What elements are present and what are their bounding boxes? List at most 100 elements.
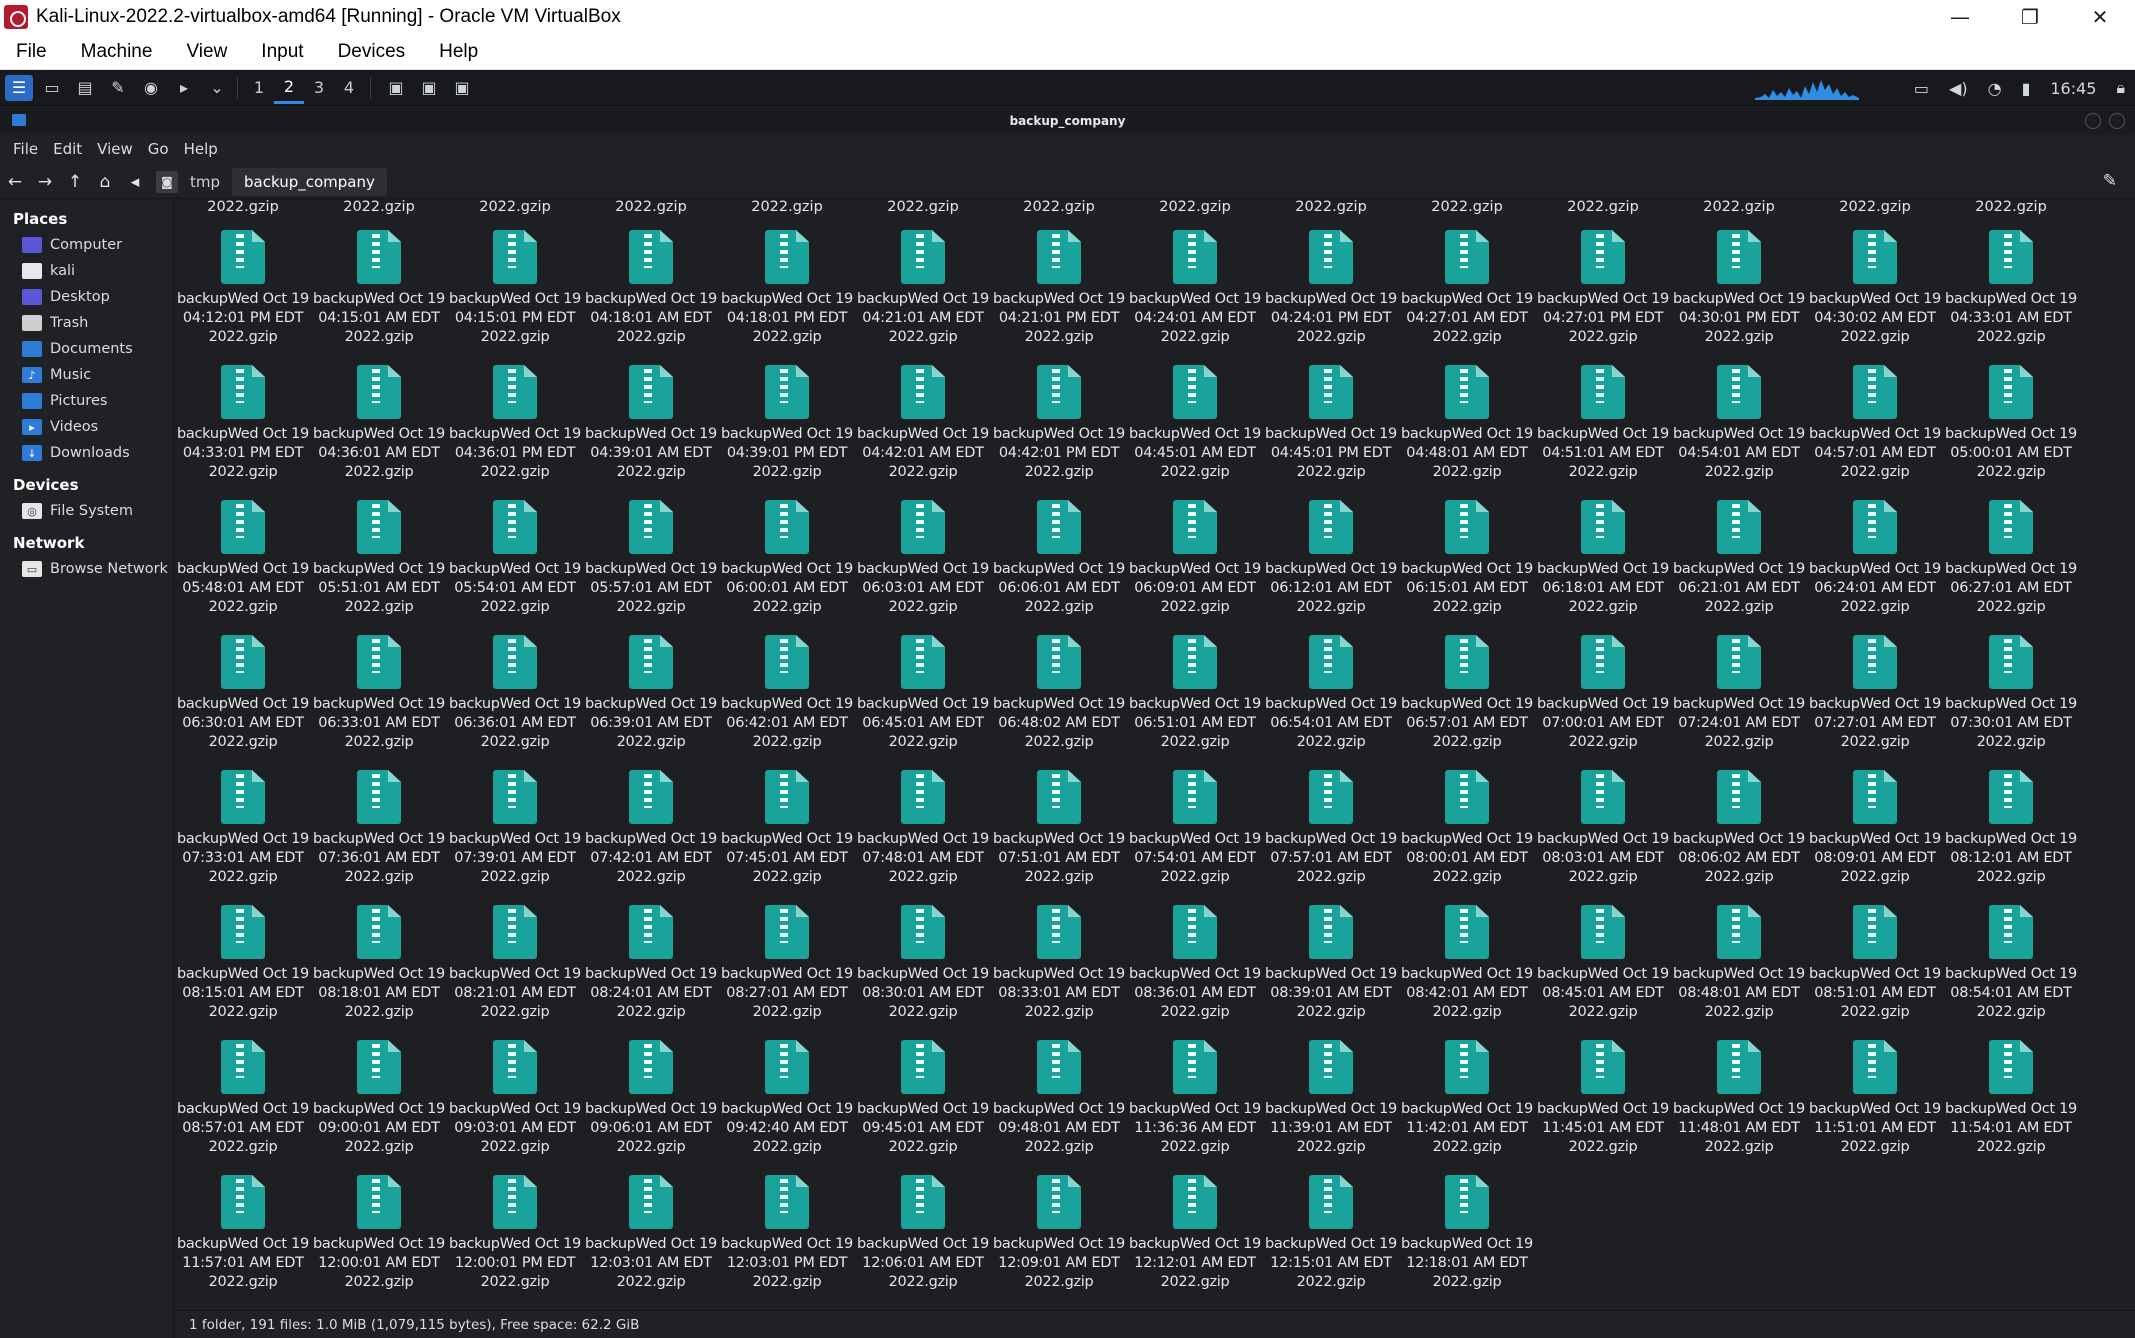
file-item[interactable]: backupWed Oct 19 04:24:01 AM EDT 2022.gzip	[1127, 224, 1263, 359]
file-item[interactable]: backupWed Oct 19 04:48:01 AM EDT 2022.gzip	[1399, 359, 1535, 494]
file-item[interactable]: backupWed Oct 19 08:12:01 AM EDT 2022.gzip	[1943, 764, 2079, 899]
workspace-1[interactable]: 1	[244, 72, 274, 104]
partial-file-label[interactable]: 2022.gzip	[991, 200, 1127, 218]
file-item[interactable]: backupWed Oct 19 06:24:01 AM EDT 2022.gzip	[1807, 494, 1943, 629]
file-item[interactable]: backupWed Oct 19 08:57:01 AM EDT 2022.gzip	[175, 1034, 311, 1169]
firefox-icon[interactable]: ◉	[137, 75, 165, 101]
sidebar-item-downloads[interactable]: ↓ Downloads	[0, 440, 173, 466]
file-item[interactable]: backupWed Oct 19 11:57:01 AM EDT 2022.gzip	[175, 1169, 311, 1304]
partial-file-label[interactable]: 2022.gzip	[719, 200, 855, 218]
file-item[interactable]: backupWed Oct 19 07:57:01 AM EDT 2022.gzip	[1263, 764, 1399, 899]
partial-file-label[interactable]: 2022.gzip	[855, 200, 991, 218]
drive-icon[interactable]: ◙	[156, 170, 178, 193]
file-item[interactable]: backupWed Oct 19 12:12:01 AM EDT 2022.gzip	[1127, 1169, 1263, 1304]
up-arrow-icon[interactable]: ↑	[60, 167, 90, 197]
home-icon[interactable]: ⌂	[90, 167, 120, 197]
file-item[interactable]: backupWed Oct 19 06:51:01 AM EDT 2022.gzip	[1127, 629, 1263, 764]
file-item[interactable]: backupWed Oct 19 12:15:01 AM EDT 2022.gzip	[1263, 1169, 1399, 1304]
file-item[interactable]: backupWed Oct 19 07:27:01 AM EDT 2022.gzip	[1807, 629, 1943, 764]
task-file-manager-icon[interactable]: ▣	[448, 75, 476, 101]
file-item[interactable]: backupWed Oct 19 08:45:01 AM EDT 2022.gzip	[1535, 899, 1671, 1034]
menu-view[interactable]: View	[97, 140, 133, 158]
vb-menu-file[interactable]: File	[16, 41, 47, 63]
file-item[interactable]: backupWed Oct 19 09:06:01 AM EDT 2022.gzip	[583, 1034, 719, 1169]
file-item[interactable]: backupWed Oct 19 04:54:01 AM EDT 2022.gzip	[1671, 359, 1807, 494]
task-terminal-icon[interactable]: ▣	[382, 75, 410, 101]
file-item[interactable]: backupWed Oct 19 07:42:01 AM EDT 2022.gzip	[583, 764, 719, 899]
file-item[interactable]: backupWed Oct 19 04:12:01 PM EDT 2022.gzip	[175, 224, 311, 359]
file-item[interactable]: backupWed Oct 19 06:00:01 AM EDT 2022.gzip	[719, 494, 855, 629]
file-item[interactable]: backupWed Oct 19 08:24:01 AM EDT 2022.gzip	[583, 899, 719, 1034]
file-item[interactable]: backupWed Oct 19 08:54:01 AM EDT 2022.gzip	[1943, 899, 2079, 1034]
partial-file-label[interactable]: 2022.gzip	[1399, 200, 1535, 218]
breadcrumb-tmp[interactable]: tmp	[178, 168, 232, 196]
task-terminal-icon[interactable]: ▣	[415, 75, 443, 101]
file-item[interactable]: backupWed Oct 19 05:51:01 AM EDT 2022.gzip	[311, 494, 447, 629]
file-item[interactable]: backupWed Oct 19 12:09:01 AM EDT 2022.gzip	[991, 1169, 1127, 1304]
file-manager-icon[interactable]: ▤	[71, 75, 99, 101]
file-item[interactable]: backupWed Oct 19 09:03:01 AM EDT 2022.gzip	[447, 1034, 583, 1169]
sidebar-item-trash[interactable]: Trash	[0, 310, 173, 336]
file-item[interactable]: backupWed Oct 19 04:30:02 AM EDT 2022.gzip	[1807, 224, 1943, 359]
file-item[interactable]: backupWed Oct 19 05:48:01 AM EDT 2022.gzip	[175, 494, 311, 629]
sidebar-item-desktop[interactable]: Desktop	[0, 284, 173, 310]
file-item[interactable]: backupWed Oct 19 11:51:01 AM EDT 2022.gzip	[1807, 1034, 1943, 1169]
file-item[interactable]: backupWed Oct 19 05:57:01 AM EDT 2022.gzip	[583, 494, 719, 629]
file-item[interactable]: backupWed Oct 19 04:30:01 PM EDT 2022.gzip	[1671, 224, 1807, 359]
file-item[interactable]: backupWed Oct 19 09:42:40 AM EDT 2022.gzip	[719, 1034, 855, 1169]
file-item[interactable]: backupWed Oct 19 04:51:01 AM EDT 2022.gzip	[1535, 359, 1671, 494]
file-item[interactable]: backupWed Oct 19 07:51:01 AM EDT 2022.gzip	[991, 764, 1127, 899]
file-item[interactable]: backupWed Oct 19 12:03:01 PM EDT 2022.gzip	[719, 1169, 855, 1304]
kali-menu-icon[interactable]: ☰	[5, 74, 33, 101]
file-item[interactable]: backupWed Oct 19 12:00:01 AM EDT 2022.gzip	[311, 1169, 447, 1304]
file-item[interactable]: backupWed Oct 19 06:33:01 AM EDT 2022.gzip	[311, 629, 447, 764]
sidebar-item-kali[interactable]: kali	[0, 258, 173, 284]
file-item[interactable]: backupWed Oct 19 08:33:01 AM EDT 2022.gzip	[991, 899, 1127, 1034]
file-item[interactable]: backupWed Oct 19 11:48:01 AM EDT 2022.gzip	[1671, 1034, 1807, 1169]
minimize-button[interactable]: —	[1925, 0, 1995, 34]
partial-file-label[interactable]: 2022.gzip	[447, 200, 583, 218]
file-item[interactable]: backupWed Oct 19 06:42:01 AM EDT 2022.gzip	[719, 629, 855, 764]
icon-view[interactable]: 2022.gzip 2022.gzip 2022.gzip 2022.gzip 2022…	[175, 200, 2135, 1310]
show-desktop-icon[interactable]: ▭	[38, 75, 66, 101]
file-item[interactable]: backupWed Oct 19 04:21:01 PM EDT 2022.gzip	[991, 224, 1127, 359]
clock[interactable]: 16:45	[2050, 79, 2096, 98]
file-item[interactable]: backupWed Oct 19 08:03:01 AM EDT 2022.gzip	[1535, 764, 1671, 899]
file-item[interactable]: backupWed Oct 19 06:15:01 AM EDT 2022.gzip	[1399, 494, 1535, 629]
sidebar-item-music[interactable]: ♪ Music	[0, 362, 173, 388]
file-item[interactable]: backupWed Oct 19 06:12:01 AM EDT 2022.gzip	[1263, 494, 1399, 629]
volume-icon[interactable]: ◀)	[1949, 79, 1968, 98]
file-item[interactable]: backupWed Oct 19 08:18:01 AM EDT 2022.gzip	[311, 899, 447, 1034]
file-item[interactable]: backupWed Oct 19 06:30:01 AM EDT 2022.gzip	[175, 629, 311, 764]
workspace-2[interactable]: 2	[274, 72, 304, 104]
partial-file-label[interactable]: 2022.gzip	[1535, 200, 1671, 218]
menu-edit[interactable]: Edit	[53, 140, 82, 158]
back-arrow-icon[interactable]: ←	[0, 167, 30, 197]
sidebar-item-computer[interactable]: Computer	[0, 232, 173, 258]
close-button[interactable]: ✕	[2065, 0, 2135, 34]
file-item[interactable]: backupWed Oct 19 08:15:01 AM EDT 2022.gzip	[175, 899, 311, 1034]
file-item[interactable]: backupWed Oct 19 08:30:01 AM EDT 2022.gzip	[855, 899, 991, 1034]
menu-help[interactable]: Help	[184, 140, 218, 158]
file-item[interactable]: backupWed Oct 19 04:39:01 PM EDT 2022.gzip	[719, 359, 855, 494]
file-item[interactable]: backupWed Oct 19 04:27:01 AM EDT 2022.gzip	[1399, 224, 1535, 359]
workspace-3[interactable]: 3	[304, 72, 334, 104]
vb-menu-machine[interactable]: Machine	[81, 41, 153, 63]
file-item[interactable]: backupWed Oct 19 06:45:01 AM EDT 2022.gzip	[855, 629, 991, 764]
file-item[interactable]: backupWed Oct 19 11:39:01 AM EDT 2022.gzip	[1263, 1034, 1399, 1169]
vb-menu-input[interactable]: Input	[261, 41, 303, 63]
vb-menu-devices[interactable]: Devices	[338, 41, 406, 63]
file-item[interactable]: backupWed Oct 19 06:27:01 AM EDT 2022.gzip	[1943, 494, 2079, 629]
file-item[interactable]: backupWed Oct 19 09:48:01 AM EDT 2022.gzip	[991, 1034, 1127, 1169]
file-item[interactable]: backupWed Oct 19 04:33:01 PM EDT 2022.gzip	[175, 359, 311, 494]
file-item[interactable]: backupWed Oct 19 06:36:01 AM EDT 2022.gzip	[447, 629, 583, 764]
file-item[interactable]: backupWed Oct 19 04:33:01 AM EDT 2022.gzip	[1943, 224, 2079, 359]
file-item[interactable]: backupWed Oct 19 08:21:01 AM EDT 2022.gzip	[447, 899, 583, 1034]
lock-icon[interactable]: 🔒︎	[2116, 78, 2125, 98]
partial-file-label[interactable]: 2022.gzip	[1671, 200, 1807, 218]
file-item[interactable]: backupWed Oct 19 12:18:01 AM EDT 2022.gzip	[1399, 1169, 1535, 1304]
file-item[interactable]: backupWed Oct 19 12:00:01 PM EDT 2022.gzip	[447, 1169, 583, 1304]
chevron-down-icon[interactable]: ⌄	[203, 75, 231, 101]
file-item[interactable]: backupWed Oct 19 12:03:01 AM EDT 2022.gzip	[583, 1169, 719, 1304]
file-item[interactable]: backupWed Oct 19 06:48:02 AM EDT 2022.gzip	[991, 629, 1127, 764]
